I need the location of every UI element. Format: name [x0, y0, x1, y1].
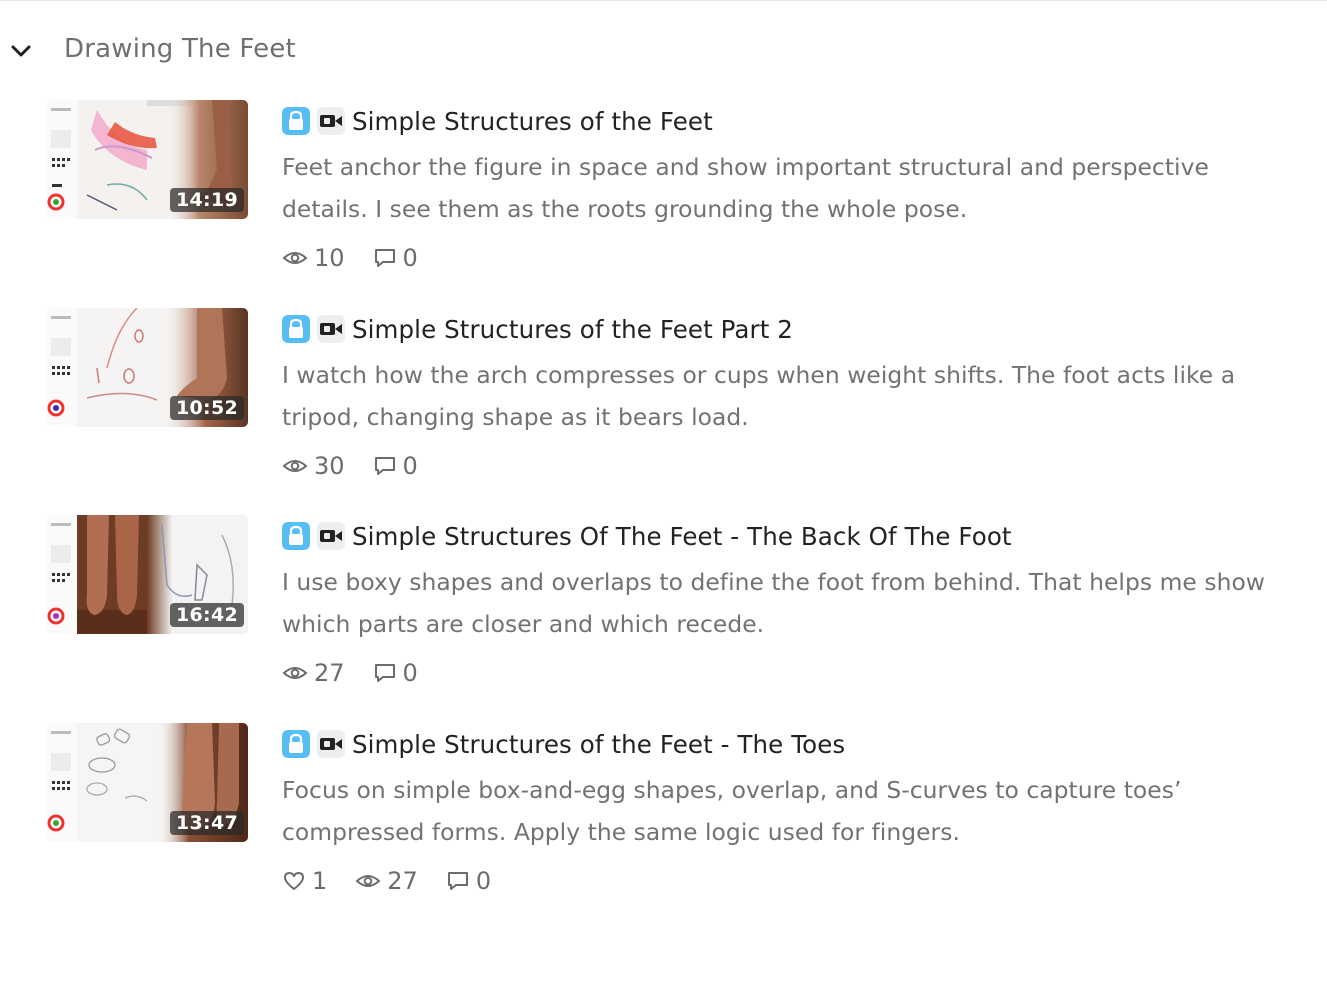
comments-count: 0 — [475, 867, 492, 895]
views-count: 10 — [314, 244, 345, 272]
video-duration: 13:47 — [170, 811, 244, 835]
comments-stat[interactable]: 0 — [373, 244, 418, 272]
video-duration: 16:42 — [170, 603, 244, 627]
video-camera-icon — [317, 315, 345, 343]
lesson-title[interactable]: Simple Structures Of The Feet - The Back… — [352, 522, 1012, 551]
lesson-stats: 30 0 — [282, 450, 446, 482]
lock-icon — [282, 107, 310, 135]
comments-stat[interactable]: 0 — [446, 867, 491, 895]
video-camera-icon — [317, 522, 345, 550]
comments-count: 0 — [402, 659, 418, 687]
eye-icon — [355, 875, 381, 887]
lesson-item: 10:52 Simple Structures of the Feet Part… — [0, 308, 1327, 508]
comments-stat[interactable]: 0 — [373, 659, 418, 687]
views-stat: 10 — [282, 244, 345, 272]
lesson-title-row: Simple Structures of the Feet Part 2 — [282, 314, 793, 344]
views-count: 27 — [387, 867, 418, 895]
video-camera-icon — [317, 107, 345, 135]
views-stat: 27 — [282, 659, 345, 687]
comment-icon — [447, 872, 468, 890]
lesson-description: I use boxy shapes and overlaps to define… — [282, 568, 1265, 638]
views-count: 30 — [314, 452, 345, 480]
lesson-title[interactable]: Simple Structures of the Feet Part 2 — [352, 315, 793, 344]
eye-icon — [282, 460, 308, 472]
lesson-thumbnail[interactable]: 13:47 — [47, 723, 248, 842]
eye-icon — [282, 252, 308, 264]
video-duration: 14:19 — [170, 188, 244, 212]
lesson-thumbnail[interactable]: 14:19 — [47, 100, 248, 219]
lesson-item: 16:42 Simple Structures Of The Feet - Th… — [0, 515, 1327, 715]
likes-count: 1 — [312, 867, 328, 895]
lesson-thumbnail[interactable]: 10:52 — [47, 308, 248, 427]
views-stat: 27 — [355, 867, 418, 895]
section-header[interactable]: Drawing The Feet — [0, 30, 700, 74]
heart-icon — [284, 872, 304, 890]
likes-stat[interactable]: 1 — [282, 867, 327, 895]
lesson-item: 13:47 Simple Structures of the Feet - Th… — [0, 723, 1327, 923]
lock-icon — [282, 315, 310, 343]
lesson-description: I watch how the arch compresses or cups … — [282, 361, 1236, 431]
views-count: 27 — [314, 659, 345, 687]
lesson-title-row: Simple Structures of the Feet — [282, 106, 713, 136]
chevron-down-icon[interactable] — [10, 40, 32, 62]
lock-icon — [282, 522, 310, 550]
comment-icon — [374, 249, 395, 267]
video-duration: 10:52 — [170, 396, 244, 420]
eye-icon — [282, 667, 308, 679]
comments-stat[interactable]: 0 — [373, 452, 418, 480]
lesson-title-row: Simple Structures Of The Feet - The Back… — [282, 521, 1012, 551]
lesson-title[interactable]: Simple Structures of the Feet - The Toes — [352, 730, 845, 759]
lesson-stats: 10 0 — [282, 242, 446, 274]
lesson-stats: 1 27 0 — [282, 865, 519, 897]
views-stat: 30 — [282, 452, 345, 480]
lesson-description: Feet anchor the figure in space and show… — [282, 153, 1209, 223]
comment-icon — [374, 664, 395, 682]
lesson-title-row: Simple Structures of the Feet - The Toes — [282, 729, 845, 759]
section-title: Drawing The Feet — [64, 34, 296, 64]
video-camera-icon — [317, 730, 345, 758]
lesson-title[interactable]: Simple Structures of the Feet — [352, 107, 713, 136]
comments-count: 0 — [402, 244, 418, 272]
comments-count: 0 — [402, 452, 418, 480]
lesson-description: Focus on simple box-and-egg shapes, over… — [282, 776, 1182, 846]
lesson-stats: 27 0 — [282, 657, 446, 689]
comment-icon — [374, 457, 395, 475]
top-divider — [0, 0, 1327, 1]
lesson-thumbnail[interactable]: 16:42 — [47, 515, 248, 634]
lock-icon — [282, 730, 310, 758]
lesson-item: 14:19 Simple Structures of the Feet Feet… — [0, 100, 1327, 300]
